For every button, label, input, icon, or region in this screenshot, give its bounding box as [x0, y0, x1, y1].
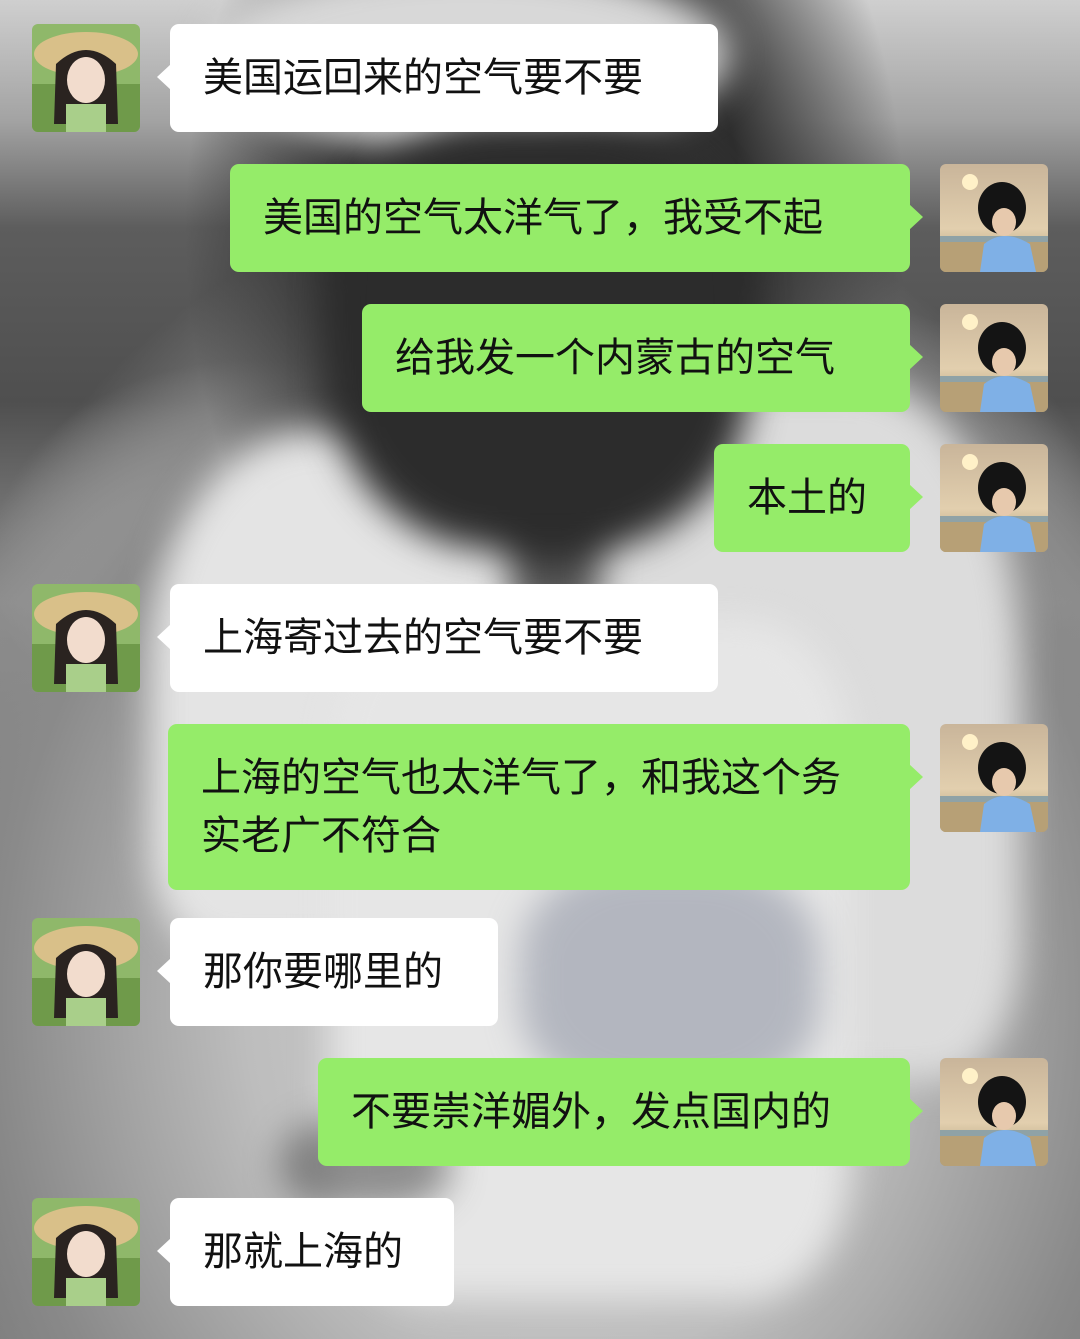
- contact-avatar[interactable]: [32, 918, 140, 1026]
- contact-avatar[interactable]: [32, 24, 140, 132]
- incoming-message-bubble[interactable]: 那就上海的: [157, 1198, 454, 1306]
- outgoing-message-bubble[interactable]: 不要崇洋媚外，发点国内的: [318, 1058, 923, 1166]
- avatar-boy-sunset-beach-icon: [940, 724, 1048, 832]
- outgoing-message-bubble[interactable]: 给我发一个内蒙古的空气: [362, 304, 923, 412]
- outgoing-message-bubble[interactable]: 上海的空气也太洋气了，和我这个务实老广不符合: [168, 724, 923, 890]
- avatar-boy-sunset-beach-icon: [940, 304, 1048, 412]
- incoming-message-bubble[interactable]: 那你要哪里的: [157, 918, 498, 1026]
- incoming-message-bubble[interactable]: 美国运回来的空气要不要: [157, 24, 718, 132]
- avatar-boy-sunset-beach-icon: [940, 1058, 1048, 1166]
- chat-screen: 美国运回来的空气要不要 美国的空气太洋气了，我受不起 给我发一个内蒙古的空气 本…: [0, 0, 1080, 1339]
- outgoing-message-bubble[interactable]: 本土的: [714, 444, 923, 552]
- avatar-girl-straw-hat-icon: [32, 24, 140, 132]
- contact-avatar[interactable]: [32, 1198, 140, 1306]
- avatar-girl-straw-hat-icon: [32, 584, 140, 692]
- self-avatar[interactable]: [940, 444, 1048, 552]
- self-avatar[interactable]: [940, 724, 1048, 832]
- self-avatar[interactable]: [940, 1058, 1048, 1166]
- contact-avatar[interactable]: [32, 584, 140, 692]
- self-avatar[interactable]: [940, 164, 1048, 272]
- avatar-boy-sunset-beach-icon: [940, 164, 1048, 272]
- self-avatar[interactable]: [940, 304, 1048, 412]
- avatar-girl-straw-hat-icon: [32, 918, 140, 1026]
- avatar-girl-straw-hat-icon: [32, 1198, 140, 1306]
- avatar-boy-sunset-beach-icon: [940, 444, 1048, 552]
- outgoing-message-bubble[interactable]: 美国的空气太洋气了，我受不起: [230, 164, 923, 272]
- incoming-message-bubble[interactable]: 上海寄过去的空气要不要: [157, 584, 718, 692]
